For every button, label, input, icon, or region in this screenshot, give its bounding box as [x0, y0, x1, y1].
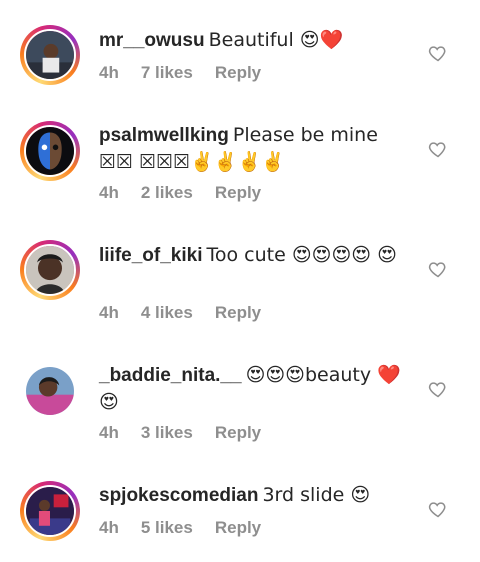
comment-meta: 4h 7 likes Reply: [99, 63, 283, 83]
comment-body: 3rd slide 😍: [262, 484, 371, 506]
like-heart-icon[interactable]: [428, 139, 448, 159]
avatar[interactable]: [24, 365, 76, 417]
reply-button[interactable]: Reply: [215, 303, 261, 322]
comment-text-block: psalmwellking Please be mine ☒☒ ☒☒☒✌️✌️✌️…: [99, 122, 409, 176]
comment-username[interactable]: mr__owusu: [99, 30, 205, 51]
story-ring[interactable]: [20, 240, 80, 300]
comment-time: 4h: [99, 518, 119, 537]
like-heart-icon[interactable]: [428, 259, 448, 279]
comment-meta: 4h 5 likes Reply: [99, 518, 283, 538]
comment-likes[interactable]: 7 likes: [141, 63, 193, 82]
like-heart-icon[interactable]: [428, 379, 448, 399]
avatar[interactable]: [24, 244, 76, 296]
comment-likes[interactable]: 2 likes: [141, 183, 193, 202]
reply-button[interactable]: Reply: [215, 423, 261, 442]
comment-body: Too cute 😍😍😍😍 😍: [206, 244, 397, 266]
reply-button[interactable]: Reply: [215, 63, 261, 82]
avatar-container[interactable]: [20, 361, 80, 421]
comment-likes[interactable]: 5 likes: [141, 518, 193, 537]
comment-username[interactable]: liife_of_kiki: [99, 245, 203, 266]
comment-text-block: mr__owusu Beautiful 😍❤️: [99, 27, 409, 54]
comment-time: 4h: [99, 63, 119, 82]
comment-username[interactable]: _baddie_nita.__: [99, 365, 242, 386]
comment-meta: 4h 2 likes Reply: [99, 183, 283, 203]
comment-likes[interactable]: 3 likes: [141, 423, 193, 442]
comment-text-block: _baddie_nita.__ 😍😍😍beauty ❤️😍: [99, 362, 409, 416]
story-ring[interactable]: [20, 25, 80, 85]
like-heart-icon[interactable]: [428, 499, 448, 519]
comment-time: 4h: [99, 423, 119, 442]
story-ring[interactable]: [20, 121, 80, 181]
comment-time: 4h: [99, 183, 119, 202]
avatar[interactable]: [24, 125, 76, 177]
avatar[interactable]: [24, 485, 76, 537]
comment-body: Beautiful 😍❤️: [208, 29, 344, 51]
comment-meta: 4h 4 likes Reply: [99, 303, 283, 323]
avatar[interactable]: [24, 29, 76, 81]
comment-text-block: spjokescomedian 3rd slide 😍: [99, 482, 409, 509]
comment-likes[interactable]: 4 likes: [141, 303, 193, 322]
comment-username[interactable]: spjokescomedian: [99, 485, 258, 506]
reply-button[interactable]: Reply: [215, 183, 261, 202]
comment-meta: 4h 3 likes Reply: [99, 423, 283, 443]
comment-text-block: liife_of_kiki Too cute 😍😍😍😍 😍: [99, 242, 409, 269]
reply-button[interactable]: Reply: [215, 518, 261, 537]
comment-username[interactable]: psalmwellking: [99, 125, 229, 146]
story-ring[interactable]: [20, 481, 80, 541]
comment-time: 4h: [99, 303, 119, 322]
like-heart-icon[interactable]: [428, 43, 448, 63]
